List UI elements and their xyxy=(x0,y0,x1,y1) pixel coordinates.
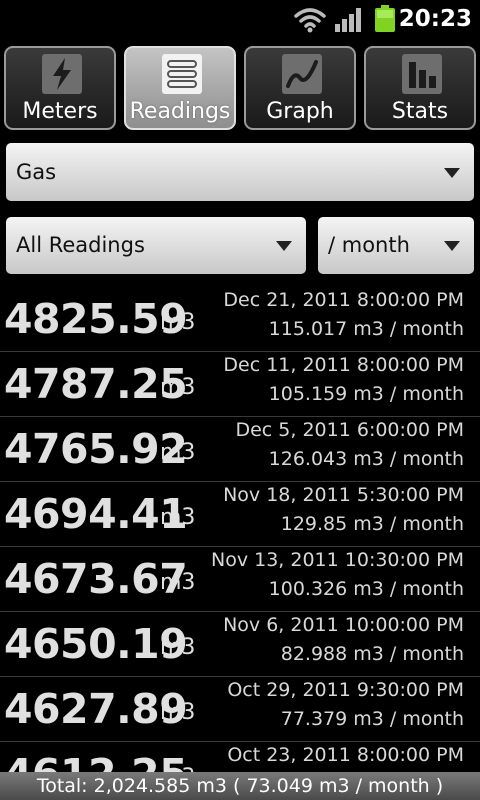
reading-unit: m3 xyxy=(160,505,196,530)
reading-unit: m3 xyxy=(160,570,196,595)
status-bar: 20:23 xyxy=(0,0,480,38)
list-item[interactable]: 4650.19 m3 Nov 6, 2011 10:00:00 PM 82.98… xyxy=(0,611,480,677)
reading-rate: 115.017 m3 / month xyxy=(268,318,464,340)
meter-select[interactable]: Gas xyxy=(6,143,474,201)
wifi-icon xyxy=(294,8,326,33)
tab-stats[interactable]: Stats xyxy=(364,46,476,130)
chevron-down-icon xyxy=(444,241,460,251)
reading-date: Nov 18, 2011 5:30:00 PM xyxy=(223,484,464,506)
signal-icon xyxy=(335,8,361,32)
reading-date: Oct 29, 2011 9:30:00 PM xyxy=(227,679,464,701)
readings-list-icon xyxy=(162,54,202,94)
tab-bar: Meters Readings Graph Stats xyxy=(0,46,480,132)
reading-rate: 105.159 m3 / month xyxy=(268,383,464,405)
reading-unit: m3 xyxy=(160,440,196,465)
battery-icon xyxy=(375,5,395,32)
period-select-value: / month xyxy=(328,233,410,257)
reading-date: Dec 5, 2011 6:00:00 PM xyxy=(235,419,464,441)
reading-date: Dec 21, 2011 8:00:00 PM xyxy=(223,289,464,311)
reading-unit: m3 xyxy=(160,700,196,725)
list-item[interactable]: 4787.25 m3 Dec 11, 2011 8:00:00 PM 105.1… xyxy=(0,351,480,417)
list-item[interactable]: 4673.67 m3 Nov 13, 2011 10:30:00 PM 100.… xyxy=(0,546,480,612)
reading-unit: m3 xyxy=(160,635,196,660)
list-item[interactable]: 4627.89 m3 Oct 29, 2011 9:30:00 PM 77.37… xyxy=(0,676,480,742)
chevron-down-icon xyxy=(444,168,460,178)
list-item[interactable]: 4612.25 m3 Oct 23, 2011 8:00:00 PM xyxy=(0,741,480,776)
meter-select-value: Gas xyxy=(16,160,57,184)
tab-meters[interactable]: Meters xyxy=(4,46,116,130)
list-item[interactable]: 4825.59 m3 Dec 21, 2011 8:00:00 PM 115.0… xyxy=(0,286,480,352)
tab-graph[interactable]: Graph xyxy=(244,46,356,130)
reading-rate: 129.85 m3 / month xyxy=(280,513,464,535)
range-select-value: All Readings xyxy=(16,233,145,257)
reading-date: Dec 11, 2011 8:00:00 PM xyxy=(223,354,464,376)
clock: 20:23 xyxy=(398,6,472,32)
reading-rate: 100.326 m3 / month xyxy=(268,578,464,600)
reading-date: Nov 13, 2011 10:30:00 PM xyxy=(211,549,464,571)
tab-readings[interactable]: Readings xyxy=(124,46,236,130)
reading-rate: 77.379 m3 / month xyxy=(280,708,464,730)
stats-bar-icon xyxy=(402,54,442,94)
reading-date: Nov 6, 2011 10:00:00 PM xyxy=(223,614,464,636)
meter-bolt-icon xyxy=(42,54,82,94)
reading-rate: 126.043 m3 / month xyxy=(268,448,464,470)
list-item[interactable]: 4694.41 m3 Nov 18, 2011 5:30:00 PM 129.8… xyxy=(0,481,480,547)
total-summary: Total: 2,024.585 m3 ( 73.049 m3 / month … xyxy=(0,772,480,800)
reading-unit: m3 xyxy=(160,375,196,400)
reading-unit: m3 xyxy=(160,310,196,335)
chevron-down-icon xyxy=(276,241,292,251)
list-item[interactable]: 4765.92 m3 Dec 5, 2011 6:00:00 PM 126.04… xyxy=(0,416,480,482)
reading-date: Oct 23, 2011 8:00:00 PM xyxy=(227,744,464,766)
graph-line-icon xyxy=(282,54,322,94)
period-select[interactable]: / month xyxy=(318,217,474,274)
reading-rate: 82.988 m3 / month xyxy=(280,643,464,665)
range-select[interactable]: All Readings xyxy=(6,217,306,274)
readings-list[interactable]: 4825.59 m3 Dec 21, 2011 8:00:00 PM 115.0… xyxy=(0,286,480,776)
